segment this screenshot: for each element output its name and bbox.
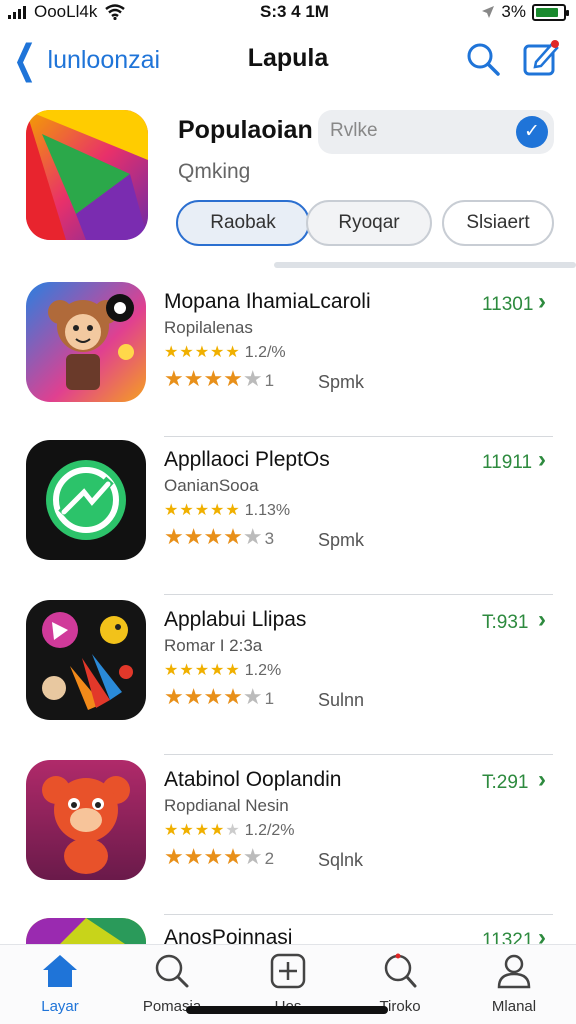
party-characters-icon[interactable] — [26, 600, 146, 720]
list-item[interactable]: Applabui Llipas Romar I 2:3a ★★★★★ 1.2% ★… — [0, 600, 576, 760]
small-star-rating: ★★★★★ 1.13% — [164, 502, 291, 519]
small-rating-value: 1.13% — [244, 502, 291, 519]
app-name: Mopana IhamiaLcaroli — [164, 290, 371, 313]
app-name: Atabinol Ooplandin — [164, 768, 342, 791]
back-button[interactable]: ❮ lunloonzai — [8, 40, 160, 80]
star-rating: ★★★★★ 3 — [164, 524, 275, 549]
carrier-label: OooLl4k — [34, 2, 98, 21]
add-icon — [270, 953, 306, 989]
status-bar: OooLl4k S:3 4 1M 3% — [0, 0, 576, 24]
app-name: Appllaoci PleptOs — [164, 448, 330, 471]
app-developer: Ropilalenas — [164, 318, 253, 337]
featured-subtitle: Qmking — [178, 160, 251, 183]
home-indicator[interactable] — [186, 1006, 388, 1014]
app-extra-label: Spmk — [318, 372, 365, 392]
app-developer: Ropdianal Nesin — [164, 796, 289, 815]
segment-button-3[interactable]: Slsiaert — [442, 200, 554, 246]
search-icon — [155, 954, 189, 988]
app-extra-label: Spmk — [318, 530, 365, 550]
list-item[interactable]: Atabinol Ooplandin Ropdianal Nesin ★★★★★… — [0, 760, 576, 920]
battery-icon — [532, 3, 569, 21]
divider — [164, 754, 553, 755]
signal-icon — [8, 5, 26, 19]
chevron-right-icon[interactable]: › — [538, 288, 546, 316]
tab-label: Mlanal — [491, 998, 537, 1015]
list-item[interactable]: Mopana IhamiaLcaroli Ropilalenas ★★★★★ 1.… — [0, 282, 576, 442]
rating-count: 2 — [264, 849, 275, 868]
small-star-rating: ★★★★★ 1.2% — [164, 662, 282, 679]
divider — [164, 594, 553, 595]
app-name: AnosPoinnasi — [164, 926, 293, 944]
segment-button-1[interactable]: Raobak — [176, 200, 310, 246]
clock: S:3 4 1M — [260, 2, 329, 21]
app-price[interactable]: 11321 — [482, 930, 533, 944]
battery-area: 3% — [481, 2, 569, 22]
featured-app-title: Populaoian — [178, 116, 313, 144]
back-label: lunloonzai — [47, 45, 161, 74]
tab-label: Layar — [41, 998, 79, 1015]
profile-icon — [497, 954, 531, 989]
colorful-app-icon[interactable] — [26, 918, 146, 944]
star-rating: ★★★★★ 1 — [164, 684, 275, 709]
search-alt-icon — [384, 953, 417, 988]
bear-icon[interactable] — [26, 760, 146, 880]
small-rating-value: 1.2/2% — [244, 822, 295, 839]
app-price[interactable]: 11911 — [482, 452, 532, 474]
chevron-right-icon[interactable]: › — [538, 446, 546, 474]
segment-button-2[interactable]: Ryoqar — [306, 200, 432, 246]
list-item[interactable]: AnosPoinnasi 11321 › — [0, 918, 576, 944]
chevron-right-icon[interactable]: › — [538, 766, 546, 794]
search-field-value: Rvlke — [330, 120, 378, 141]
star-rating: ★★★★★ 1 — [164, 366, 275, 391]
small-star-rating: ★★★★★ 1.2/2% — [164, 822, 295, 839]
rating-count: 1 — [264, 371, 275, 390]
app-price[interactable]: T:291 — [482, 772, 528, 794]
app-developer: Romar I 2:3a — [164, 636, 263, 655]
app-price[interactable]: 11301 — [482, 294, 533, 316]
divider — [164, 914, 553, 915]
rating-count: 3 — [264, 529, 275, 548]
small-rating-value: 1.2/% — [244, 344, 286, 361]
chevron-right-icon[interactable]: › — [538, 924, 546, 944]
rating-count: 1 — [264, 689, 275, 708]
home-icon — [43, 955, 77, 987]
list-item[interactable]: Appllaoci PleptOs OanianSooa ★★★★★ 1.13% … — [0, 440, 576, 600]
small-star-rating: ★★★★★ 1.2/% — [164, 344, 286, 361]
checkmark-icon[interactable]: ✓ — [516, 116, 548, 148]
search-icon[interactable] — [464, 40, 502, 78]
star-rating: ★★★★★ 2 — [164, 844, 275, 869]
app-price[interactable]: T:931 — [482, 612, 528, 634]
green-circle-arrows-icon[interactable] — [26, 440, 146, 560]
compose-icon[interactable] — [522, 38, 562, 78]
chevron-left-icon: ❮ — [13, 38, 37, 82]
navigation-bar: ❮ lunloonzai Lapula — [0, 34, 576, 88]
app-extra-label: Sulnn — [318, 690, 365, 710]
horizontal-scroll-indicator — [274, 262, 576, 268]
divider — [164, 436, 553, 437]
featured-search-field[interactable]: Rvlke ✓ — [318, 110, 554, 154]
wifi-icon — [105, 4, 126, 20]
battery-percent: 3% — [501, 2, 526, 21]
carrier-area: OooLl4k — [8, 2, 126, 22]
app-developer: OanianSooa — [164, 476, 259, 495]
small-rating-value: 1.2% — [244, 662, 282, 679]
featured-app-icon[interactable] — [26, 110, 148, 240]
tab-home[interactable]: Layar — [10, 953, 110, 1015]
app-extra-label: Sqlnk — [318, 850, 364, 870]
app-name: Applabui Llipas — [164, 608, 307, 631]
monkey-icon[interactable] — [26, 282, 146, 402]
tab-profile[interactable]: Mlanal — [464, 953, 564, 1015]
location-arrow-icon — [482, 6, 495, 18]
chevron-right-icon[interactable]: › — [538, 606, 546, 634]
